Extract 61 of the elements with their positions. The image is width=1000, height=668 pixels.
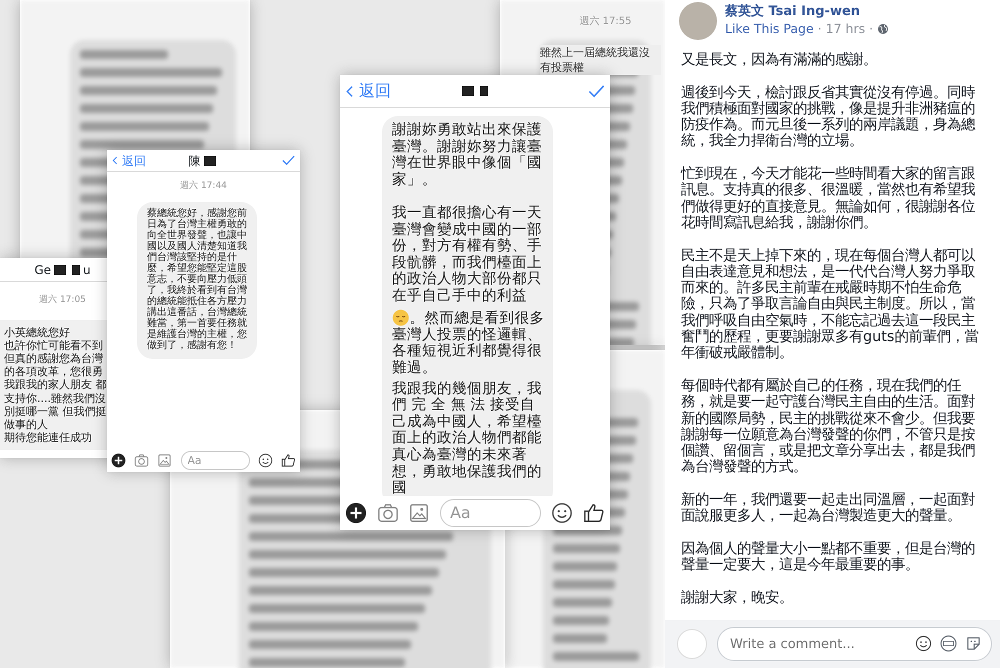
smiley-icon[interactable] [551, 502, 574, 524]
timestamp: 週六 17:55 [578, 14, 632, 29]
post-paragraph: 週後到今天，檢討跟反省其實從沒有停過。同時我們積極面對國家的挑戰，像是提升非洲豬瘟的防疫作為。而元旦後一系列的兩岸議題，身為總統，我全力捍衛台灣的立場。 [681, 84, 976, 150]
smiley-icon[interactable] [915, 635, 932, 652]
message-text: 謝謝妳勇敢站出來保護臺灣。謝謝妳努力讓臺灣在世界眼中像個「國家」。 [392, 122, 543, 188]
chat-title: 陳 [188, 152, 200, 170]
chat-title: Ge [34, 262, 52, 278]
post-time[interactable]: 17 hrs [826, 20, 866, 38]
post-paragraph: 每個時代都有屬於自己的任務，現在我們的任務，就是要一起守護台灣民主自由的生活。面對新的國際局勢，民主的挑戰從來不會少。但我要謝謝每一位願意為台灣發聲的你們，不管只是按個讚、留個言，或是把文章分享出去，都是我們為台灣發聲的方式。 [681, 378, 976, 476]
message-text: 我跟我的幾個朋友，我們 完 全 無 法 接受自己成為中國人，希望檯面上的政治人物們都能真心為臺灣的未來著想，勇敢地保護我們的國 [392, 380, 543, 497]
timestamp: 週六 17:05 [38, 294, 87, 307]
image-icon[interactable] [157, 452, 172, 468]
check-icon[interactable] [281, 153, 296, 168]
post-paragraph: 新的一年，我們還要一起走出同溫層，一起面對面說服更多人，一起為台灣製造更大的聲量。 [681, 492, 976, 525]
dot-separator: · [818, 20, 822, 38]
chevron-left-icon [111, 154, 120, 167]
plus-icon[interactable] [111, 452, 126, 468]
message-text: 蔡總統您好，感謝您前日為了台灣主權勇敢的向全世界發聲，也讓中國以及國人清楚知道我們台灣該堅持的是什麼，希望您能堅定這股意志，不要向壓力低頭了，我終於看到有台灣的總統能抵住各方壓力講出這番話，台灣總統難當，第一首要任務就是維護台灣的主權，您做到了，感謝有您！ [147, 208, 248, 350]
pensive-face-icon [392, 308, 410, 326]
avatar-circle [677, 629, 707, 659]
message-line: 也許你忙可能看不到 [4, 338, 104, 352]
image-icon[interactable] [408, 502, 430, 524]
redaction-block [204, 156, 216, 166]
sticker-icon[interactable] [965, 635, 982, 652]
message-text: 我一直都很擔心有一天臺灣會變成中國的一部份，對方有權有勢、手段骯髒，而我們檯面上的政治人物大部份都只在乎自己手中的利益 [392, 204, 543, 305]
message-line: 的各項改革，您很勇 [4, 365, 104, 378]
message-line: 別挺哪一黨 但我們挺 [4, 404, 108, 418]
author-name[interactable]: 蔡英文 Tsai Ing-wen [725, 4, 890, 20]
comment-field[interactable]: Write a comment... [717, 627, 992, 661]
message-line: 支持你....雖然我們沒 [4, 392, 107, 405]
plus-icon[interactable] [344, 502, 367, 524]
smiley-icon[interactable] [258, 452, 273, 468]
chat-title: u [83, 262, 91, 278]
message-text: 。然而總是看到很多臺灣人投票的怪邏輯、各種短視近利都覺得很難過。 [392, 308, 545, 377]
message-line: 期待您能連任成功 [4, 431, 93, 444]
message-line: 小英總統您好 [4, 326, 71, 339]
redaction-block [72, 264, 80, 274]
back-button[interactable]: 返回 [344, 79, 391, 103]
post-paragraph: 因為個人的聲量大小一點都不重要，但是台灣的聲量一定要大，這是今年最重要的事。 [681, 540, 976, 574]
back-button[interactable]: 返回 [111, 152, 146, 170]
post-paragraph: 又是長文，因為有滿滿的感謝。 [681, 52, 878, 68]
post-paragraph: 謝謝大家，晚安。 [681, 590, 794, 606]
camera-icon[interactable] [376, 502, 399, 524]
thumbs-up-icon[interactable] [280, 452, 296, 468]
message-line: 做事的人 [4, 418, 49, 432]
globe-icon [877, 23, 890, 35]
post-paragraph: 民主不是天上掉下來的，現在每個台灣人都可以自由表達意見和想法，是一代代台灣人努力爭取而來的。許多民主前輩在戒嚴時期不怕生命危險，只為了爭取言論自由與民主制度。所以，當我們呼吸自由空氣時，不能忘記過去這一段民主奮鬥的歷程，更要謝謝眾多有guts的前輩們，當年衝破戒嚴體制。 [681, 248, 980, 362]
camera-icon[interactable] [134, 452, 150, 468]
message-line: 我跟我的家人朋友 都 [4, 378, 108, 392]
redaction-block [480, 86, 488, 96]
message-field[interactable]: Aa [180, 450, 250, 470]
message-line: 但真的感謝您為台灣 [4, 352, 104, 366]
redaction-block [462, 86, 474, 96]
like-page-link[interactable]: Like This Page [725, 20, 814, 38]
post-paragraph: 忙到現在，今天才能花一些時間看大家的留言跟訊息。支持真的很多、很溫暖，當然也有希望我們做得更好的直接意見。無論如何，很謝謝各位花時間寫訊息給我，謝謝你們。 [681, 166, 976, 232]
timestamp: 週六 17:44 [179, 180, 228, 193]
dot-separator: · [869, 20, 874, 38]
redaction-block [54, 264, 66, 274]
thumbs-up-icon[interactable] [583, 502, 606, 524]
message-field[interactable]: Aa [440, 498, 542, 528]
avatar-circle [679, 2, 717, 40]
